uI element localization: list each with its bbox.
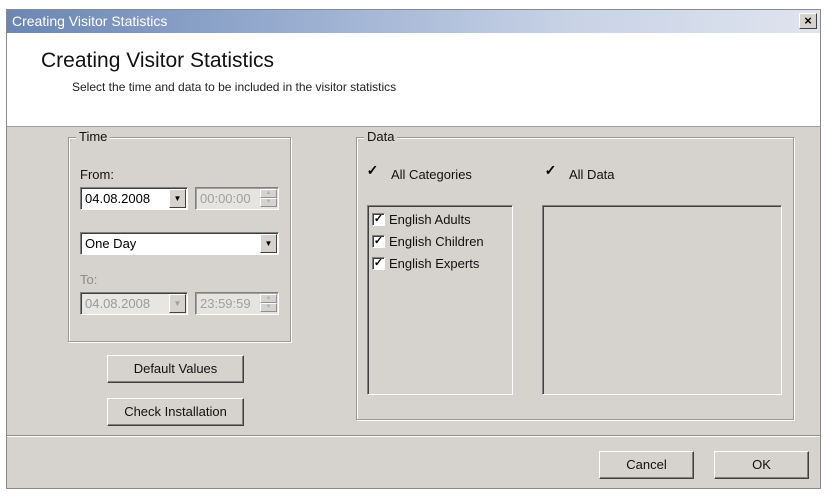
check-installation-button[interactable]: Check Installation [107,398,244,426]
all-categories-label[interactable]: All Categories [391,167,472,182]
from-time-up-icon: ▲ [260,189,277,198]
default-values-button[interactable]: Default Values [107,355,244,383]
from-date-combo[interactable]: 04.08.2008 ▼ [80,187,188,210]
from-label: From: [80,167,114,182]
list-item-english-experts[interactable]: ✓ English Experts [372,256,479,271]
window-title: Creating Visitor Statistics [12,13,168,29]
to-time-value: 23:59:59 [200,296,251,311]
english-experts-checkbox[interactable]: ✓ [372,257,385,271]
ok-button[interactable]: OK [714,451,809,479]
to-date-value: 04.08.2008 [85,296,151,311]
cancel-button[interactable]: Cancel [599,451,694,479]
period-dropdown-icon[interactable]: ▼ [260,234,277,253]
list-item-english-children[interactable]: ✓ English Children [372,234,484,249]
from-date-dropdown-icon[interactable]: ▼ [169,189,186,208]
footer-divider [7,435,820,437]
from-time-down-icon: ▼ [260,198,277,207]
time-group-label: Time [76,129,111,144]
header-subtitle: Select the time and data to be included … [72,80,397,94]
from-time-spinner: 00:00:00 ▲ ▼ [195,187,279,210]
english-children-checkbox[interactable]: ✓ [372,235,385,249]
period-value: One Day [85,236,137,251]
from-time-value: 00:00:00 [200,191,251,206]
to-date-dropdown-icon: ▼ [169,294,186,313]
data-list[interactable] [542,205,782,395]
dialog-header: Creating Visitor Statistics Select the t… [7,33,820,127]
title-bar[interactable]: Creating Visitor Statistics × [7,10,820,33]
all-categories-checkbox[interactable]: ✓ [366,163,379,178]
english-children-label: English Children [389,234,484,249]
all-data-checkbox[interactable]: ✓ [544,163,557,178]
close-button[interactable]: × [799,13,817,29]
english-adults-label: English Adults [389,212,471,227]
all-data-label[interactable]: All Data [569,167,615,182]
to-label: To: [80,272,98,287]
to-time-spinner: 23:59:59 ▲ ▼ [195,292,279,315]
period-combo[interactable]: One Day ▼ [80,232,279,255]
to-time-down-icon: ▼ [260,303,277,312]
to-time-up-icon: ▲ [260,294,277,303]
header-title: Creating Visitor Statistics [41,49,275,72]
to-date-combo: 04.08.2008 ▼ [80,292,188,315]
list-item-english-adults[interactable]: ✓ English Adults [372,212,471,227]
english-experts-label: English Experts [389,256,480,271]
data-group-label: Data [364,129,398,144]
from-date-value: 04.08.2008 [85,191,151,206]
english-adults-checkbox[interactable]: ✓ [372,213,385,227]
dialog-window: Creating Visitor Statistics × Creating V… [6,9,821,489]
categories-list[interactable]: ✓ English Adults ✓ English Children ✓ Engli… [367,205,513,395]
